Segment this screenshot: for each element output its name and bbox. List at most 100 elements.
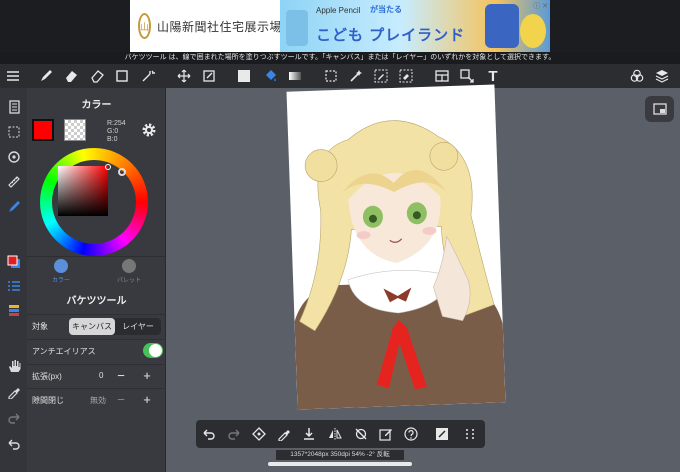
gap-value: 無効: [90, 396, 106, 405]
hand-icon[interactable]: [4, 356, 23, 375]
expand-plus-button[interactable]: +: [135, 367, 159, 385]
rgb-b: B:0: [107, 136, 118, 143]
operation-icon[interactable]: [458, 67, 476, 85]
target-segmented-control: キャンバス レイヤー: [69, 318, 161, 335]
materials-icon[interactable]: [628, 67, 646, 85]
rgb-readout: R:254 G:0 B:0: [107, 120, 126, 144]
ad-headline: こども プレイランド: [316, 27, 466, 44]
rgb-g: G:0: [107, 128, 119, 135]
ad-close-icon[interactable]: ⓘ ✕: [533, 1, 548, 11]
ad-banner[interactable]: 山 山陽新聞社住宅展示場 Apple Pencil が当たる こども プレイラン…: [130, 0, 550, 52]
menu-icon[interactable]: [4, 67, 22, 85]
hue-marker[interactable]: [118, 168, 126, 176]
gradient-icon[interactable]: [286, 67, 304, 85]
color-panel-title: カラー: [81, 100, 112, 111]
help-icon[interactable]: [403, 426, 419, 442]
app-root: 山 山陽新聞社住宅展示場 Apple Pencil が当たる こども プレイラン…: [0, 0, 680, 472]
ad-right: Apple Pencil が当たる こども プレイランド ⓘ ✕: [280, 0, 550, 52]
rgb-r: R:254: [107, 120, 126, 127]
selection-icon[interactable]: [4, 122, 23, 141]
ad-company: 山陽新聞社住宅展示場: [157, 19, 283, 34]
sv-marker[interactable]: [105, 164, 111, 170]
bottom-toolbar: [196, 420, 485, 448]
palette-icon: [122, 259, 136, 273]
rect-select-icon[interactable]: [113, 67, 131, 85]
tab-color-label: カラー: [51, 278, 70, 284]
more-icon[interactable]: [462, 426, 478, 442]
transform-icon[interactable]: [251, 426, 267, 442]
left-icon-column: [0, 88, 27, 472]
magic-wand-icon[interactable]: [347, 67, 365, 85]
fullscreen-icon[interactable]: [434, 426, 450, 442]
save-icon[interactable]: [301, 426, 317, 442]
wand-icon[interactable]: [139, 67, 157, 85]
eyedropper-icon[interactable]: [4, 382, 23, 401]
gap-label: 隙間閉じ: [32, 396, 64, 405]
stack-icon[interactable]: [4, 300, 23, 319]
main-color-swatch[interactable]: [32, 119, 54, 141]
canvas-status: 1357*2048px 350dpi 54% -2° 反転: [276, 450, 404, 460]
tab-palette[interactable]: パレット: [99, 259, 159, 284]
text-icon[interactable]: T: [484, 67, 502, 85]
pages-icon[interactable]: [4, 97, 23, 116]
edit-icon[interactable]: [378, 426, 394, 442]
undo-icon[interactable]: [201, 426, 217, 442]
move-icon[interactable]: [175, 67, 193, 85]
expand-minus-button[interactable]: −: [109, 367, 133, 385]
bucket-icon[interactable]: [261, 67, 279, 85]
lasso-select-icon[interactable]: [322, 67, 340, 85]
gap-row: 隙間閉じ 無効 − +: [27, 388, 166, 410]
antialias-row: アンチエイリアス: [27, 339, 166, 361]
gear-icon[interactable]: [141, 122, 157, 138]
target-row: 対象 キャンバス レイヤー: [27, 314, 166, 336]
tool-hint-bar: バケツツール は、線で囲まれた場所を塗りつぶすツールです。「キャンバス」または「…: [0, 52, 680, 64]
expand-row: 拡張(px) 0 − +: [27, 364, 166, 386]
antialias-toggle[interactable]: [143, 343, 163, 358]
layer-list-icon[interactable]: [4, 276, 23, 295]
top-toolbar: T: [0, 64, 680, 88]
color-icon[interactable]: [4, 252, 23, 271]
layers-icon[interactable]: [653, 67, 671, 85]
tab-palette-label: パレット: [116, 278, 141, 284]
sub-color-swatch[interactable]: [64, 119, 86, 141]
flip-icon[interactable]: [327, 426, 343, 442]
tab-color[interactable]: カラー: [31, 259, 91, 284]
ad-product: Apple Pencil: [316, 6, 361, 15]
ad-illustration: [286, 10, 308, 46]
antialias-label: アンチエイリアス: [32, 347, 96, 356]
eraser-icon[interactable]: [62, 67, 80, 85]
ruler-icon[interactable]: [4, 172, 23, 191]
target-option-canvas[interactable]: キャンバス: [69, 318, 115, 335]
eyedropper-icon[interactable]: [276, 426, 292, 442]
gap-minus-button[interactable]: −: [109, 391, 133, 409]
fill-color-icon[interactable]: [235, 67, 253, 85]
redo-icon[interactable]: [4, 408, 23, 427]
rotate-icon[interactable]: [4, 147, 23, 166]
select-pen-icon[interactable]: [372, 67, 390, 85]
home-indicator[interactable]: [268, 462, 412, 466]
expand-value: 0: [99, 371, 104, 380]
navigator-icon: [652, 103, 667, 115]
redo-icon[interactable]: [226, 426, 242, 442]
ad-illustration: [485, 4, 519, 48]
brush-settings-icon[interactable]: [4, 197, 23, 216]
ad-illustration: [520, 14, 546, 48]
expand-label: 拡張(px): [32, 372, 62, 381]
canvas-artwork[interactable]: [286, 84, 506, 410]
target-option-layer[interactable]: レイヤー: [115, 318, 161, 335]
saturation-value-square[interactable]: [58, 166, 108, 216]
target-label: 対象: [32, 322, 48, 331]
gap-plus-button[interactable]: +: [135, 391, 159, 409]
tool-panel: カラー R:254 G:0 B:0 カラー パレット バケツツール 対象 キャン…: [27, 88, 166, 472]
snap-off-icon[interactable]: [353, 426, 369, 442]
soft-eraser-icon[interactable]: [88, 67, 106, 85]
undo-icon[interactable]: [4, 434, 23, 453]
color-tab-icon: [54, 259, 68, 273]
pen-icon[interactable]: [37, 67, 55, 85]
bucket-panel-title: バケツツール: [66, 296, 127, 307]
frame-icon[interactable]: [433, 67, 451, 85]
navigator-button[interactable]: [645, 96, 674, 122]
ad-tagline: が当たる: [370, 5, 402, 14]
select-eraser-icon[interactable]: [397, 67, 415, 85]
transform-icon[interactable]: [200, 67, 218, 85]
